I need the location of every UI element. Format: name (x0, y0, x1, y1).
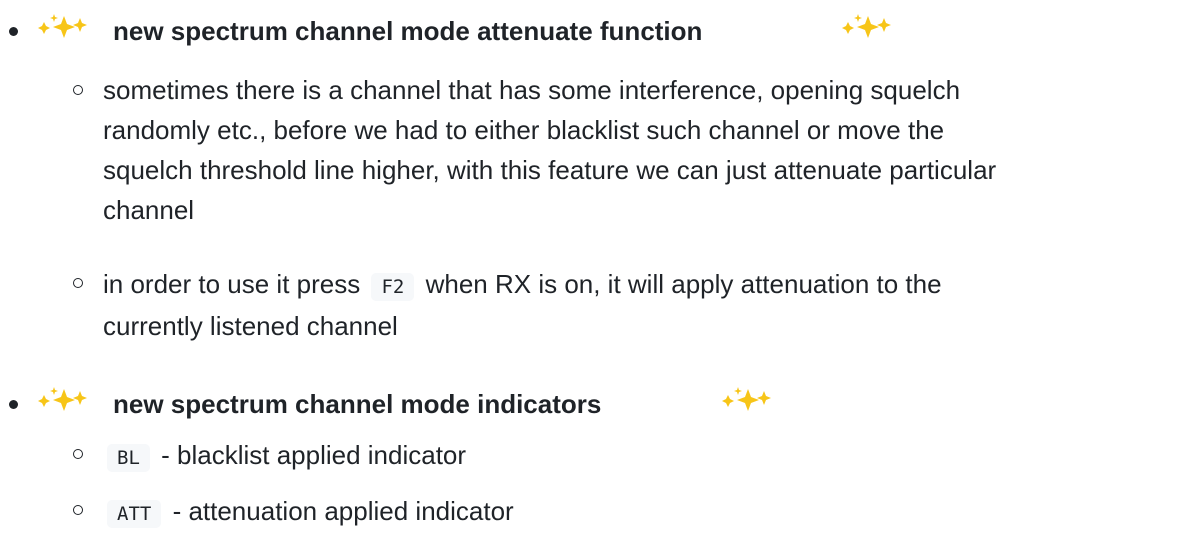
sparkles-icon (722, 387, 771, 411)
item-text-line: randomly etc., before we had to either b… (103, 115, 945, 145)
section-title: new spectrum channel mode attenuate func… (113, 16, 703, 46)
item-text-line: in order to use it press F2 when RX is o… (103, 264, 1193, 307)
bullet-disc-icon (9, 400, 18, 409)
item-text: - blacklist applied indicator (161, 440, 467, 470)
bullet-circle-icon (73, 85, 83, 95)
item-text-line: squelch threshold line higher, with this… (103, 155, 997, 185)
item-text-after: when RX is on, it will apply attenuation… (425, 269, 942, 299)
sparkles-icon (38, 14, 87, 38)
item-text-line: currently listened channel (103, 311, 398, 341)
inline-code: F2 (371, 273, 415, 301)
sparkles-icon (842, 14, 891, 38)
inline-code: ATT (107, 500, 162, 528)
item-text: - attenuation applied indicator (172, 496, 514, 526)
bullet-circle-icon (73, 278, 83, 288)
sparkles-icon (38, 387, 87, 411)
bullet-disc-icon (9, 27, 18, 36)
item-text-line: channel (103, 195, 195, 225)
bullet-circle-icon (73, 449, 83, 459)
section-title: new spectrum channel mode indicators (113, 389, 602, 419)
item-text-before: in order to use it press (103, 269, 361, 299)
inline-code: BL (107, 444, 150, 472)
item-text-line: BL - blacklist applied indicator (103, 435, 1193, 478)
item-text-line: ATT - attenuation applied indicator (103, 491, 1193, 534)
bullet-circle-icon (73, 505, 83, 515)
item-text-line: sometimes there is a channel that has so… (103, 75, 961, 105)
